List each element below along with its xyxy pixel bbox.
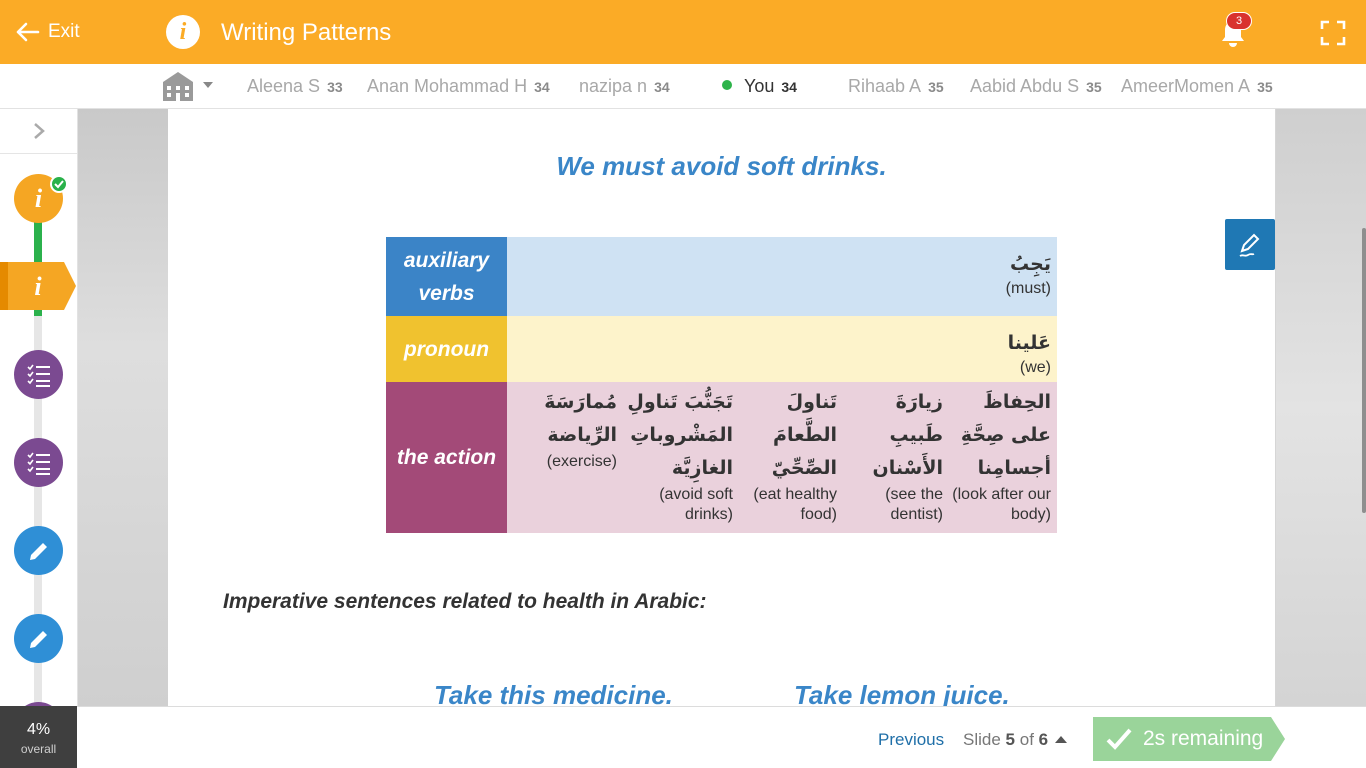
action-item: تَجَنُّبَ تَناولِ المَشْروباتِ الغازِيَّ… (617, 386, 733, 525)
arabic-text: مُمارَسَةَ الرِّياضة (544, 391, 617, 446)
leaderboard-entry: AmeerMomen A 35 (1121, 76, 1273, 96)
table-row-action: the action الحِفاظَ على صِحَّةِ أجسامِنا… (386, 382, 1057, 533)
leaderboard-entry: Anan Mohammad H 34 (367, 76, 550, 96)
info-icon: i (166, 15, 200, 49)
step-writing[interactable] (14, 526, 63, 575)
arabic-text: الحِفاظَ على صِحَّةِ أجسامِنا (960, 391, 1051, 479)
background-image-right (1276, 109, 1366, 706)
slide-heading: We must avoid soft drinks. (556, 151, 887, 181)
lesson-sidebar: i i (0, 109, 78, 706)
expand-sidebar-button[interactable] (0, 109, 77, 154)
table-cell-action: الحِفاظَ على صِحَّةِ أجسامِنا (look afte… (507, 382, 1057, 533)
step-writing[interactable] (14, 614, 63, 663)
checklist-icon (26, 364, 50, 387)
english-translation: (look after our body) (952, 486, 1051, 523)
grammar-table: auxiliary verbs يَجِبُ (must) pronoun عَ… (386, 237, 1057, 533)
step-checklist[interactable] (14, 438, 63, 487)
chevron-up-icon[interactable] (1055, 736, 1067, 743)
slide-total: 6 (1038, 730, 1049, 749)
leaderboard: Aleena S 33 Anan Mohammad H 34 nazipa n 34 … (0, 64, 1366, 109)
action-item: زيارَةَ طَبيبِ الأَسْنان (see the dentis… (837, 386, 943, 525)
overall-percent: 4% (26, 721, 51, 738)
slide-prefix: Slide (963, 730, 1001, 749)
table-cell-pronoun: عَلينا (we) (507, 316, 1057, 382)
check-icon (50, 175, 68, 193)
table-label-pronoun: pronoun (386, 316, 507, 382)
page-title: Writing Patterns (221, 19, 392, 46)
example-sentence: Take lemon juice. (794, 680, 1010, 706)
previous-button[interactable]: Previous (878, 730, 944, 750)
example-sentence: Take this medicine. (434, 680, 673, 706)
action-item: الحِفاظَ على صِحَّةِ أجسامِنا (look afte… (943, 386, 1051, 525)
leaderboard-entry: nazipa n 34 (579, 76, 670, 96)
leaderboard-entry: Aabid Abdu S 35 (970, 76, 1102, 96)
chevron-down-icon[interactable] (203, 82, 213, 88)
table-cell-auxiliary: يَجِبُ (must) (507, 237, 1057, 316)
svg-text:i: i (34, 272, 42, 301)
slide-panel: We must avoid soft drinks. auxiliary ver… (168, 109, 1275, 706)
table-row-pronoun: pronoun عَلينا (we) (386, 316, 1057, 382)
step-checklist[interactable] (14, 350, 63, 399)
leaderboard-entry: Aleena S 33 (247, 76, 343, 96)
imperative-heading: Imperative sentences related to health i… (223, 590, 707, 613)
english-translation: (eat healthy food) (753, 486, 837, 523)
background-image-left (78, 109, 168, 706)
remaining-label: 2s remaining (1143, 727, 1264, 750)
slide-current: 5 (1005, 730, 1016, 749)
fullscreen-icon[interactable] (1320, 20, 1346, 46)
arabic-text: عَلينا (1007, 332, 1051, 354)
english-translation: (avoid soft drinks) (659, 486, 733, 523)
checklist-icon (26, 452, 50, 475)
footer-bar: Previous Slide 5 of 6 2s remaining (77, 706, 1366, 768)
leaderboard-entry-you: You 34 (722, 76, 797, 97)
slide-counter[interactable]: Slide 5 of 6 (963, 730, 1048, 750)
slide-of: of (1019, 730, 1034, 749)
english-translation: (we) (1019, 359, 1051, 376)
exit-button[interactable]: Exit (14, 18, 80, 46)
current-step-indicator[interactable]: i (0, 262, 76, 310)
action-item: مُمارَسَةَ الرِّياضة (exercise) (507, 386, 617, 525)
school-icon[interactable] (160, 70, 196, 102)
english-translation: (exercise) (546, 453, 617, 470)
pencil-icon (29, 630, 47, 648)
notification-badge: 3 (1226, 12, 1252, 30)
table-row-auxiliary: auxiliary verbs يَجِبُ (must) (386, 237, 1057, 316)
table-label-auxiliary: auxiliary verbs (386, 237, 507, 316)
check-icon (1106, 728, 1132, 750)
english-translation: (see the dentist) (885, 486, 943, 523)
arabic-text: زيارَةَ طَبيبِ الأَسْنان (872, 391, 943, 479)
scrollbar-thumb[interactable] (1362, 228, 1366, 513)
arrow-left-icon (16, 22, 40, 42)
pen-icon (1239, 233, 1260, 257)
exit-label: Exit (48, 21, 80, 42)
pencil-icon (29, 542, 47, 560)
overall-label: overall (20, 742, 57, 756)
online-dot-icon (722, 80, 732, 90)
arabic-text: يَجِبُ (1010, 253, 1051, 275)
overall-progress: 4% overall (0, 706, 77, 768)
arabic-text: تَناولَ الطَّعامَ الصِّحِّيّ (771, 391, 837, 479)
action-item: تَناولَ الطَّعامَ الصِّحِّيّ (eat health… (733, 386, 837, 525)
english-translation: (must) (1005, 280, 1051, 297)
table-label-action: the action (386, 382, 507, 533)
chevron-right-icon (34, 123, 45, 139)
top-bar: Exit i Writing Patterns 3 (0, 0, 1366, 64)
next-button-remaining[interactable]: 2s remaining (1093, 717, 1285, 761)
arabic-text: تَجَنُّبَ تَناولِ المَشْروباتِ الغازِيَّ… (627, 391, 733, 479)
leaderboard-entry: Rihaab A 35 (848, 76, 944, 96)
annotate-button[interactable] (1225, 219, 1275, 270)
